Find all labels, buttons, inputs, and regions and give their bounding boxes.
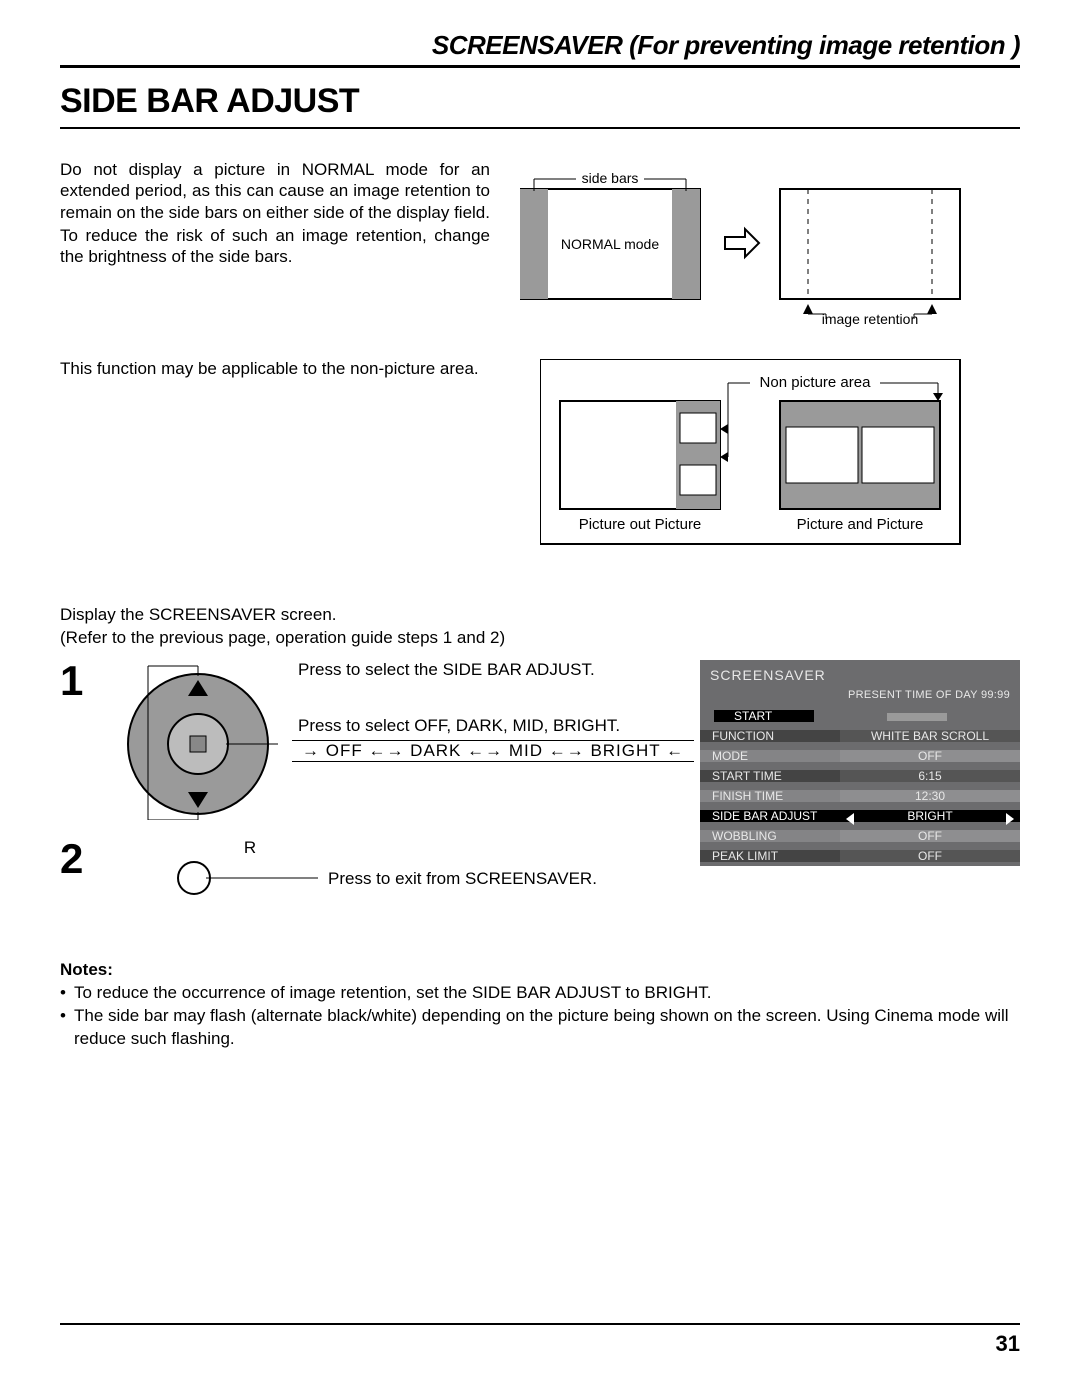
label-normal-mode: NORMAL mode (561, 236, 660, 252)
precede-l2: (Refer to the previous page, operation g… (60, 627, 1020, 650)
precede-l1: Display the SCREENSAVER screen. (60, 604, 1020, 627)
header-title: SCREENSAVER (For preventing image retent… (432, 30, 1020, 60)
page-footer: 31 (60, 1323, 1020, 1357)
osd-title: SCREENSAVER (700, 660, 1020, 688)
label-pop: Picture out Picture (579, 516, 702, 533)
intro-text: Do not display a picture in NORMAL mode … (60, 159, 490, 329)
note-1: To reduce the occurrence of image retent… (60, 982, 1020, 1005)
intro-p2: To reduce the risk of such an image rete… (60, 225, 490, 268)
step1-number: 1 (60, 660, 90, 702)
title-block: SIDE BAR ADJUST (60, 82, 1020, 129)
triangle-right-icon (1006, 813, 1014, 825)
osd-menu: SCREENSAVER PRESENT TIME OF DAY 99:99 ST… (700, 660, 1020, 866)
label-non-picture-area: Non picture area (760, 374, 872, 391)
remote-r-button-icon (118, 858, 318, 898)
step1-sequence: → OFF ←→ DARK ←→ MID ←→ BRIGHT ← (302, 741, 684, 760)
step2-line-a: Press to exit from SCREENSAVER. (328, 869, 597, 889)
intro-row: Do not display a picture in NORMAL mode … (60, 159, 1020, 329)
osd-row-mode: MODE OFF (700, 746, 1020, 766)
label-image-retention: image retention (822, 311, 919, 327)
osd-row-side-bar: SIDE BAR ADJUST BRIGHT (700, 806, 1020, 826)
step2-r-label: R (182, 838, 318, 858)
intro-p1: Do not display a picture in NORMAL mode … (60, 159, 490, 223)
notes-block: Notes: To reduce the occurrence of image… (60, 959, 1020, 1051)
non-picture-text: This function may be applicable to the n… (60, 359, 490, 564)
page-number: 31 (996, 1331, 1020, 1356)
page-header: SCREENSAVER (For preventing image retent… (60, 30, 1020, 68)
diagram-non-picture: Non picture area Picture out Picture (540, 359, 1020, 564)
step2-number: 2 (60, 838, 90, 880)
remote-dial-icon (118, 660, 278, 820)
triangle-left-icon (846, 813, 854, 825)
label-side-bars: side bars (582, 170, 639, 186)
osd-row-finish-time: FINISH TIME 12:30 (700, 786, 1020, 806)
osd-row-start: START (700, 706, 1020, 726)
step-1: 1 Pr (60, 660, 1020, 820)
osd-time-row: PRESENT TIME OF DAY 99:99 (700, 688, 1020, 706)
non-picture-row: This function may be applicable to the n… (60, 359, 1020, 564)
diagram-side-bars: side bars NORMAL mode image retention (520, 159, 1020, 329)
notes-heading: Notes: (60, 959, 1020, 982)
step-2: 2 R Press to exit from SCREENSAVER. (60, 838, 1020, 903)
page-title: SIDE BAR ADJUST (60, 82, 359, 120)
osd-row-function: FUNCTION WHITE BAR SCROLL (700, 726, 1020, 746)
precede-text: Display the SCREENSAVER screen. (Refer t… (60, 604, 1020, 650)
note-2: The side bar may flash (alternate black/… (60, 1005, 1020, 1051)
manual-page: SCREENSAVER (For preventing image retent… (0, 0, 1080, 1397)
osd-row-start-time: START TIME 6:15 (700, 766, 1020, 786)
steps: 1 Pr (60, 660, 1020, 903)
label-pap: Picture and Picture (797, 516, 924, 533)
